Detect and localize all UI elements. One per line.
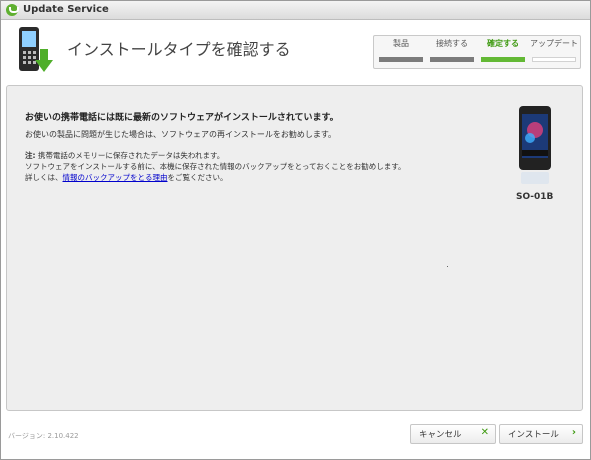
stray-dot	[447, 266, 448, 267]
step-bar	[430, 57, 474, 62]
cancel-label: キャンセル	[419, 430, 462, 440]
step-update: アップデート	[530, 38, 578, 62]
step-bar	[532, 57, 576, 62]
phone-download-icon	[19, 27, 53, 72]
step-confirm: 確定する	[479, 38, 527, 62]
note-line-1: 携帯電話のメモリーに保存されたデータは失われます。	[37, 151, 225, 160]
step-bar	[481, 57, 525, 62]
sub-message: お使いの製品に問題が生じた場合は、ソフトウェアの再インストールをお勧めします。	[25, 130, 337, 139]
note-label: 注:	[25, 151, 36, 160]
step-label: アップデート	[530, 39, 578, 48]
step-connect: 接続する	[428, 38, 476, 62]
page-title: インストールタイプを確認する	[67, 40, 291, 59]
device-image	[519, 106, 551, 184]
install-button[interactable]: インストール ›	[499, 424, 583, 444]
window-title: Update Service	[23, 4, 109, 15]
step-bar	[379, 57, 423, 62]
device-name: SO-01B	[516, 192, 554, 202]
app-logo-icon	[6, 4, 19, 16]
note-line-3-prefix: 詳しくは、	[25, 173, 63, 182]
step-label: 接続する	[436, 39, 468, 48]
chevron-right-icon: ›	[571, 427, 576, 438]
step-label: 製品	[393, 39, 409, 48]
main-message: お使いの携帯電話には既に最新のソフトウェアがインストールされています。	[25, 113, 339, 123]
x-icon: ✕	[480, 427, 489, 438]
note-line-2: ソフトウェアをインストールする前に、本機に保存された情報のバックアップをとってお…	[25, 162, 406, 171]
note-line-3-suffix: をご覧ください。	[167, 173, 228, 182]
step-label: 確定する	[487, 39, 519, 48]
progress-steps: 製品 接続する 確定する アップデート	[373, 35, 581, 69]
cancel-button[interactable]: キャンセル ✕	[410, 424, 496, 444]
header: インストールタイプを確認する 製品 接続する 確定する アップデート	[1, 20, 590, 82]
install-label: インストール	[508, 430, 559, 440]
backup-reason-link[interactable]: 情報のバックアップをとる理由	[63, 173, 168, 182]
note-text: 注: 携帯電話のメモリーに保存されたデータは失われます。 ソフトウェアをインスト…	[25, 150, 406, 183]
title-bar: Update Service	[1, 1, 590, 20]
version-text: バージョン: 2.10.422	[8, 432, 79, 440]
app-window: Update Service インストールタイプを確認する 製品 接続する 確定…	[0, 0, 591, 460]
step-product: 製品	[377, 38, 425, 62]
